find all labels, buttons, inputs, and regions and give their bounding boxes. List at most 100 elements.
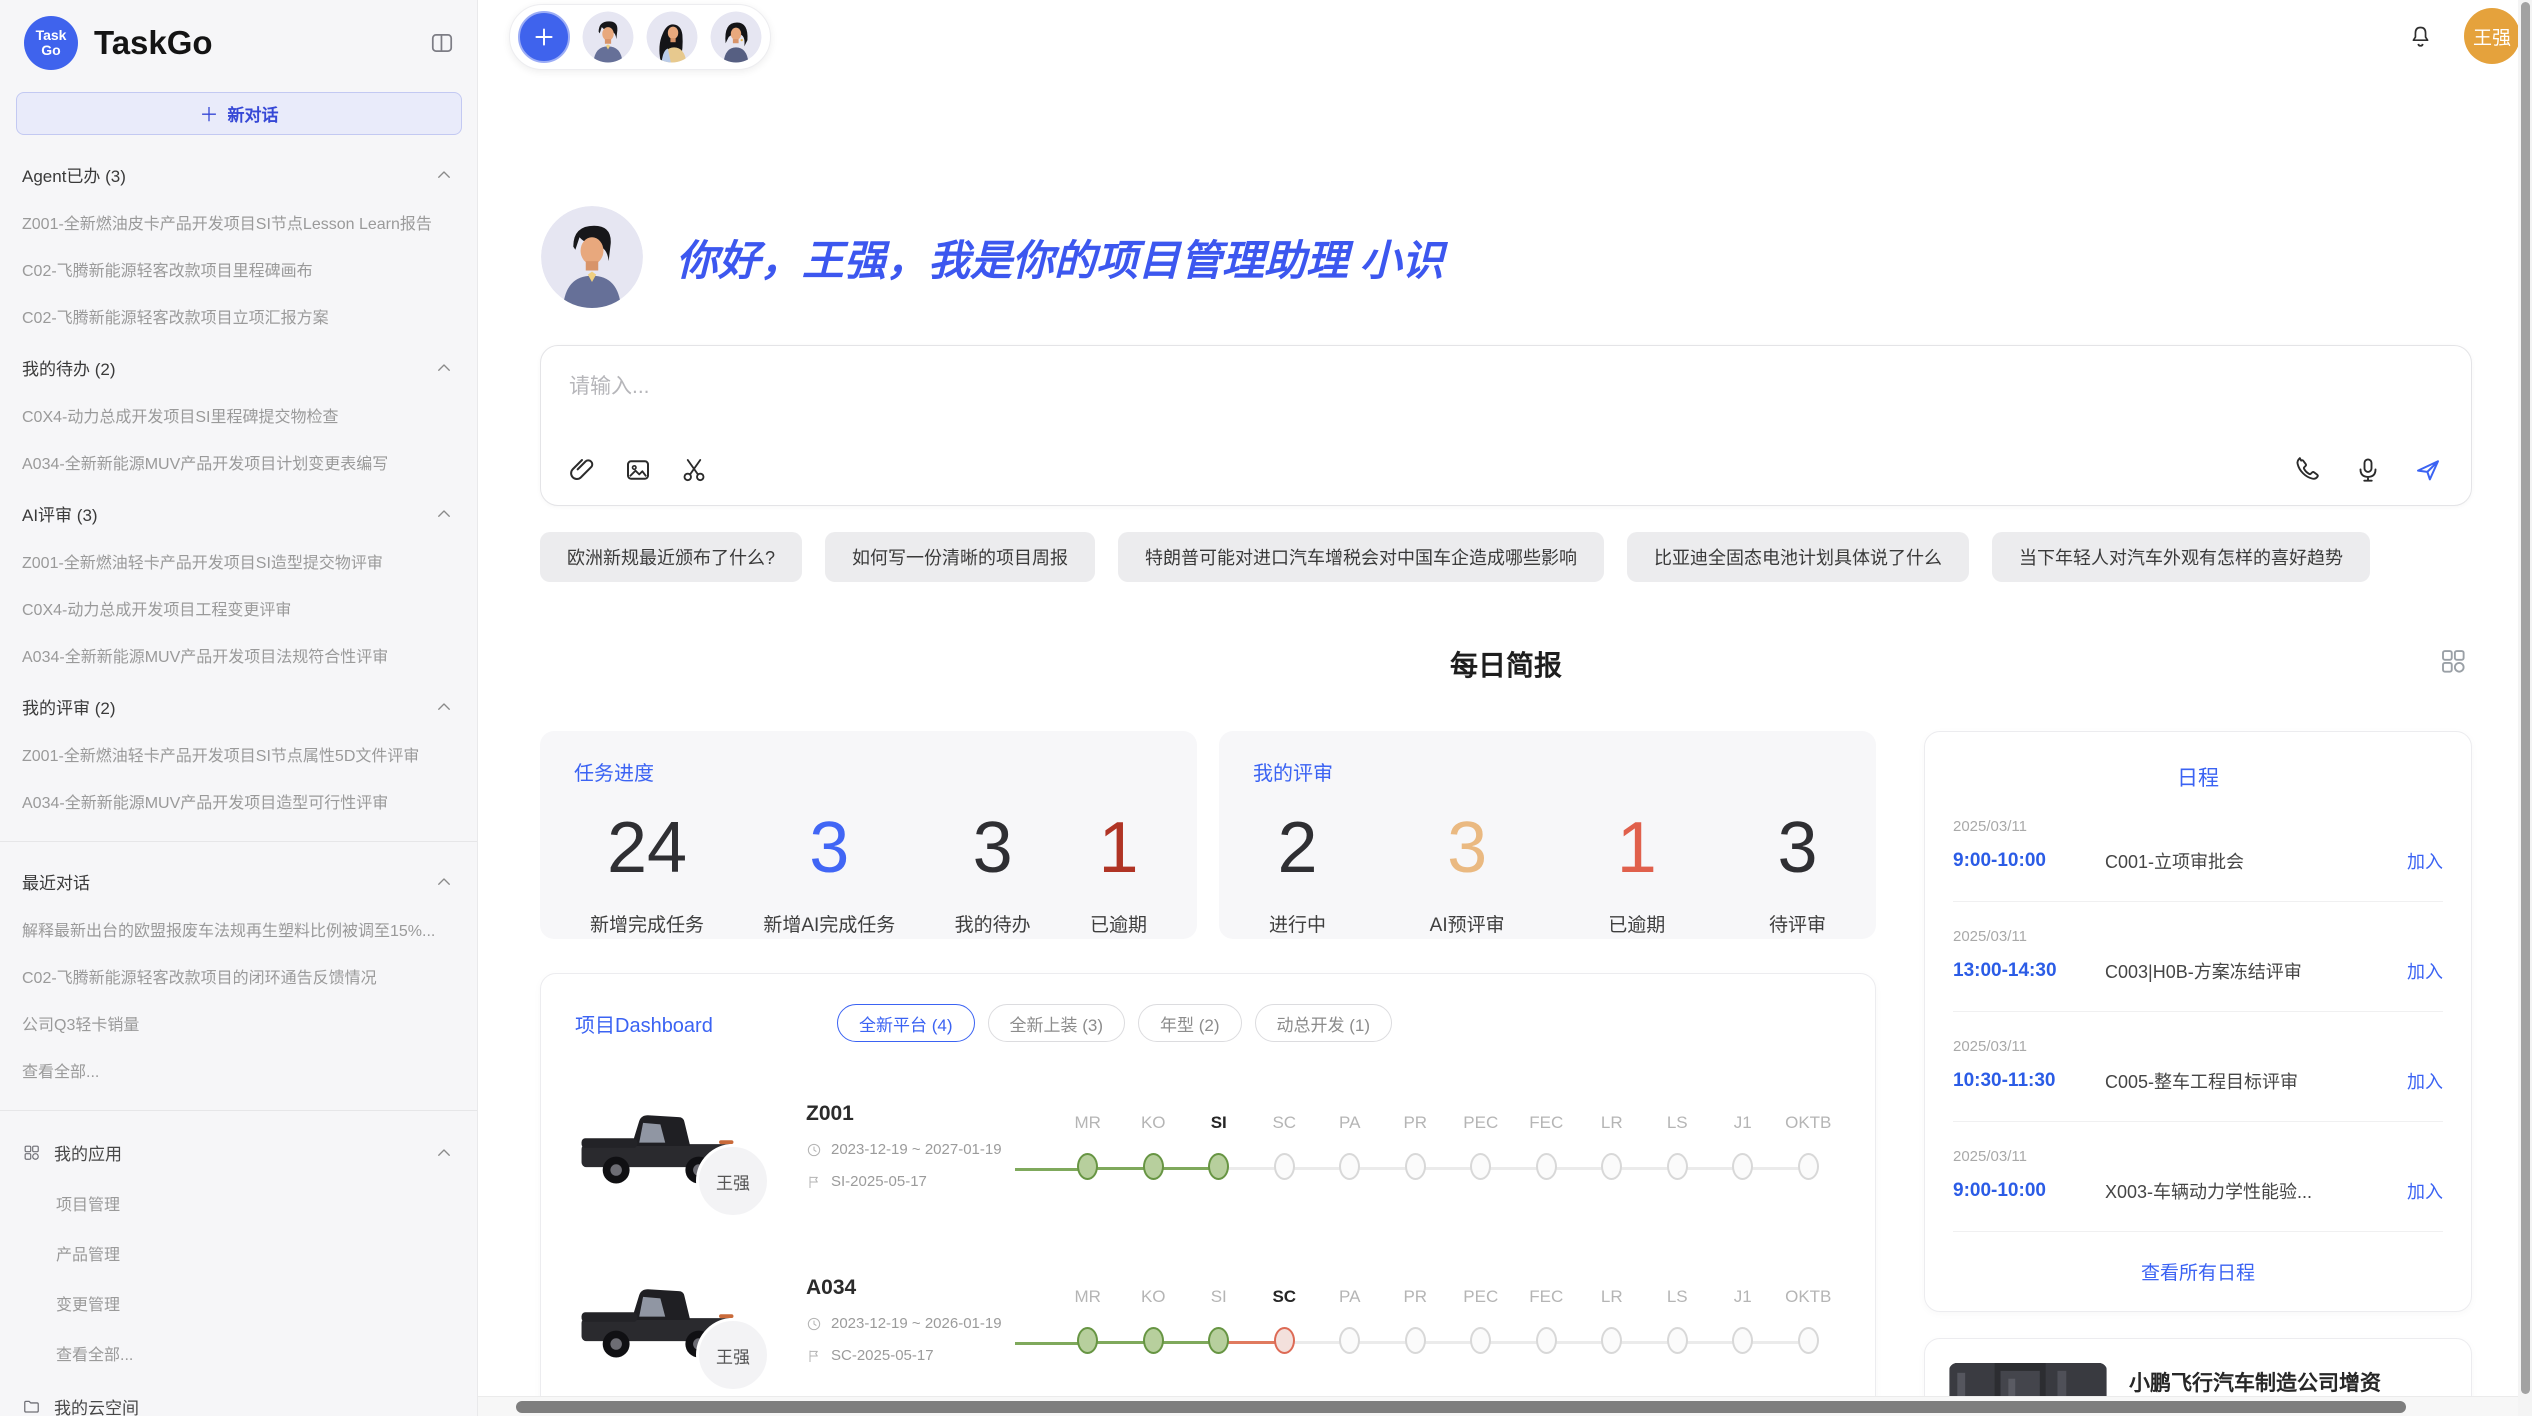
conversation-item[interactable]: A034-全新新能源MUV产品开发项目造型可行性评审: [0, 789, 477, 813]
chevron-up-icon[interactable]: [435, 873, 453, 891]
milestone-dot-todo: [1798, 1153, 1819, 1180]
chevron-up-icon[interactable]: [435, 698, 453, 716]
conversation-item[interactable]: C0X4-动力总成开发项目工程变更评审: [0, 596, 477, 620]
horizontal-scrollbar[interactable]: [478, 1396, 2518, 1416]
daily-brief-title: 每日简报: [540, 644, 2472, 684]
daily-brief-header: 每日简报: [540, 644, 2472, 678]
vertical-scrollbar[interactable]: [2518, 0, 2532, 1416]
stat-label: 新增完成任务: [590, 910, 704, 937]
section-header-my-review[interactable]: 我的评审 (2): [0, 694, 477, 719]
schedule-name: C001-立项审批会: [2105, 848, 2395, 874]
avatar-woman-illustration: [710, 11, 762, 63]
image-icon[interactable]: [623, 455, 653, 485]
conversation-item[interactable]: Z001-全新燃油轻卡产品开发项目SI节点属性5D文件评审: [0, 742, 477, 766]
scissors-icon[interactable]: [679, 455, 709, 485]
conversation-item[interactable]: 解释最新出台的欧盟报废车法规再生塑料比例被调至15%...: [0, 917, 477, 941]
view-all-chats-link[interactable]: 查看全部...: [0, 1058, 477, 1082]
conversation-item[interactable]: C0X4-动力总成开发项目SI里程碑提交物检查: [0, 403, 477, 427]
vertical-scrollbar-thumb[interactable]: [2521, 2, 2530, 1394]
suggestion-chip[interactable]: 特朗普可能对进口汽车增税会对中国车企造成哪些影响: [1118, 532, 1604, 582]
suggestion-chip[interactable]: 当下年轻人对汽车外观有怎样的喜好趋势: [1992, 532, 2370, 582]
chevron-up-icon[interactable]: [435, 166, 453, 184]
new-chat-button[interactable]: ＋ 新对话: [16, 92, 462, 135]
milestone-dot-todo: [1798, 1327, 1819, 1354]
suggestion-chip[interactable]: 欧洲新规最近颁布了什么?: [540, 532, 802, 582]
view-all-schedule-link[interactable]: 查看所有日程: [1953, 1258, 2443, 1285]
milestone-dot-done: [1208, 1327, 1229, 1354]
attach-paperclip-icon[interactable]: [567, 455, 597, 485]
milestone-dot-todo: [1536, 1327, 1557, 1354]
schedule-name: X003-车辆动力学性能验...: [2105, 1178, 2395, 1204]
app-item-project-mgmt[interactable]: 项目管理: [0, 1191, 477, 1215]
conversation-item[interactable]: C02-飞腾新能源轻客改款项目里程碑画布: [0, 257, 477, 281]
sidebar-header: Task Go TaskGo: [0, 0, 477, 70]
schedule-date: 2025/03/11: [1953, 928, 2443, 945]
conversation-item[interactable]: A034-全新新能源MUV产品开发项目法规符合性评审: [0, 643, 477, 667]
flag-icon: [806, 1174, 822, 1190]
stat-label: AI预评审: [1430, 910, 1505, 937]
chevron-up-icon[interactable]: [435, 359, 453, 377]
agent-avatar-1[interactable]: [582, 11, 634, 63]
schedule-item: 2025/03/11 13:00-14:30 C003|H0B-方案冻结评审 加…: [1953, 928, 2443, 1012]
chevron-up-icon[interactable]: [435, 505, 453, 523]
suggestion-chip[interactable]: 比亚迪全固态电池计划具体说了什么: [1627, 532, 1969, 582]
stat-my-todo: 3 我的待办: [955, 812, 1031, 937]
send-icon[interactable]: [2413, 455, 2443, 485]
conversation-item[interactable]: C02-飞腾新能源轻客改款项目立项汇报方案: [0, 304, 477, 328]
app-item-change-mgmt[interactable]: 变更管理: [0, 1291, 477, 1315]
conversation-item[interactable]: A034-全新新能源MUV产品开发项目计划变更表编写: [0, 450, 477, 474]
milestone-track: MR KO SI SC PA PR PEC FEC LR LS J1: [1055, 1113, 1841, 1180]
logo-text-top: Task: [36, 28, 67, 43]
tab-powertrain[interactable]: 动总开发 (1): [1255, 1004, 1393, 1042]
layout-grid-icon[interactable]: [2438, 646, 2468, 676]
section-header-ai-review[interactable]: AI评审 (3): [0, 501, 477, 526]
section-header-agent-done[interactable]: Agent已办 (3): [0, 162, 477, 187]
sidebar-item-my-apps[interactable]: 我的应用: [0, 1140, 477, 1165]
card-title: 任务进度: [574, 757, 1163, 786]
join-link[interactable]: 加入: [2407, 1068, 2443, 1094]
conversation-item[interactable]: C02-飞腾新能源轻客改款项目的闭环通告反馈情况: [0, 964, 477, 988]
suggestion-chips: 欧洲新规最近颁布了什么? 如何写一份清晰的项目周报 特朗普可能对进口汽车增税会对…: [540, 532, 2472, 582]
join-link[interactable]: 加入: [2407, 1178, 2443, 1204]
agent-avatar-2[interactable]: [646, 11, 698, 63]
microphone-icon[interactable]: [2353, 455, 2383, 485]
section-recent-chats: 最近对话 解释最新出台的欧盟报废车法规再生塑料比例被调至15%... C02-飞…: [0, 869, 477, 1082]
notifications-bell-icon[interactable]: [2407, 23, 2434, 50]
section-header-my-todo[interactable]: 我的待办 (2): [0, 355, 477, 380]
agent-avatar-3[interactable]: [710, 11, 762, 63]
milestone-dot-todo: [1470, 1327, 1491, 1354]
sidebar-collapse-icon[interactable]: [429, 30, 455, 56]
tab-new-body[interactable]: 全新上装 (3): [988, 1004, 1126, 1042]
composer-attachments: [567, 455, 709, 485]
conversation-item[interactable]: 公司Q3轻卡销量: [0, 1011, 477, 1035]
milestone-dot-done: [1077, 1327, 1098, 1354]
suggestion-chip[interactable]: 如何写一份清晰的项目周报: [825, 532, 1095, 582]
tab-new-platform[interactable]: 全新平台 (4): [837, 1004, 975, 1042]
project-row[interactable]: 王强 Z001 2023-12-19 ~ 2027-01-19: [575, 1076, 1841, 1216]
phone-call-icon[interactable]: [2293, 455, 2323, 485]
view-all-apps-link[interactable]: 查看全部...: [0, 1341, 477, 1365]
card-title: 我的评审: [1253, 757, 1842, 786]
user-avatar[interactable]: 王强: [2464, 8, 2520, 64]
agent-switcher: [509, 4, 771, 70]
add-agent-button[interactable]: [518, 11, 570, 63]
section-header-recent-chats[interactable]: 最近对话: [0, 869, 477, 894]
chevron-up-icon[interactable]: [435, 1144, 453, 1162]
schedule-time: 9:00-10:00: [1953, 850, 2105, 872]
composer[interactable]: 请输入...: [540, 345, 2472, 506]
tab-model-year[interactable]: 年型 (2): [1138, 1004, 1242, 1042]
composer-input[interactable]: 请输入...: [569, 370, 650, 400]
schedule-time: 10:30-11:30: [1953, 1070, 2105, 1092]
conversation-item[interactable]: Z001-全新燃油轻卡产品开发项目SI造型提交物评审: [0, 549, 477, 573]
app-item-product-mgmt[interactable]: 产品管理: [0, 1241, 477, 1265]
sidebar-item-cloud-space[interactable]: 我的云空间: [0, 1394, 477, 1416]
conversation-item[interactable]: Z001-全新燃油皮卡产品开发项目SI节点Lesson Learn报告: [0, 210, 477, 234]
project-row[interactable]: 王强 A034 2023-12-19 ~ 2026-01-19: [575, 1250, 1841, 1390]
project-dates: 2023-12-19 ~ 2026-01-19: [806, 1315, 1042, 1332]
join-link[interactable]: 加入: [2407, 958, 2443, 984]
sidebar-sections: Agent已办 (3) Z001-全新燃油皮卡产品开发项目SI节点Lesson …: [0, 162, 477, 1416]
horizontal-scrollbar-thumb[interactable]: [516, 1401, 2406, 1413]
join-link[interactable]: 加入: [2407, 848, 2443, 874]
greeting: 你好，王强，我是你的项目管理助理 小识: [540, 205, 2472, 309]
section-title: AI评审 (3): [22, 501, 98, 526]
